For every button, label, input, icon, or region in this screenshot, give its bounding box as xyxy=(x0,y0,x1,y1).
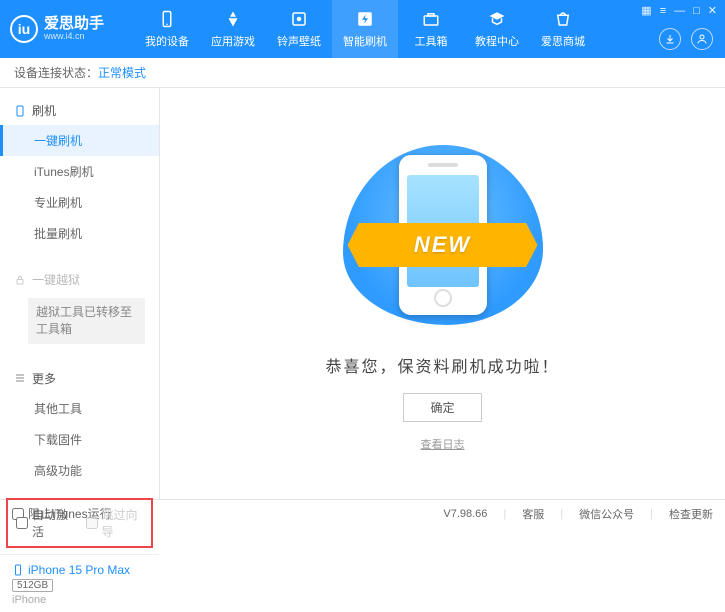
support-link[interactable]: 客服 xyxy=(522,506,544,522)
sidebar-head-jailbreak: 一键越狱 xyxy=(0,265,159,294)
app-name: 爱思助手 xyxy=(44,16,104,33)
check-update-link[interactable]: 检查更新 xyxy=(669,506,713,522)
ringtone-icon xyxy=(289,9,309,29)
sidebar-jailbreak-note: 越狱工具已转移至工具箱 xyxy=(28,298,145,344)
nav-ringtone[interactable]: 铃声壁纸 xyxy=(266,0,332,58)
app-logo: iu 爱思助手 www.i4.cn xyxy=(10,15,104,43)
user-button[interactable] xyxy=(691,28,713,50)
device-icon xyxy=(157,9,177,29)
sidebar-head-flash[interactable]: 刷机 xyxy=(0,96,159,125)
device-storage: 512GB xyxy=(12,579,53,592)
store-icon xyxy=(553,9,573,29)
version-label: V7.98.66 xyxy=(443,508,487,520)
nav-flash[interactable]: 智能刷机 xyxy=(332,0,398,58)
header-actions xyxy=(659,28,713,50)
grid-icon[interactable]: ▦ xyxy=(641,4,651,17)
ok-button[interactable]: 确定 xyxy=(403,393,481,422)
close-button[interactable]: ✕ xyxy=(708,4,717,17)
window-controls: ▦ ≡ — □ ✕ xyxy=(641,4,717,17)
device-info[interactable]: iPhone 15 Pro Max 512GB iPhone xyxy=(0,557,159,612)
app-url: www.i4.cn xyxy=(44,32,104,42)
options-highlight-box: 自动激活 跳过向导 xyxy=(6,498,153,548)
nav-apps[interactable]: 应用游戏 xyxy=(200,0,266,58)
minimize-button[interactable]: — xyxy=(674,5,685,17)
main-area: NEW 恭喜您，保资料刷机成功啦！ 确定 查看日志 xyxy=(160,88,725,499)
nav-toolbox[interactable]: 工具箱 xyxy=(398,0,464,58)
wechat-link[interactable]: 微信公众号 xyxy=(579,506,634,522)
nav-device[interactable]: 我的设备 xyxy=(134,0,200,58)
device-name-text: iPhone 15 Pro Max xyxy=(28,563,130,577)
sidebar: 刷机 一键刷机 iTunes刷机 专业刷机 批量刷机 一键越狱 越狱工具已转移至… xyxy=(0,88,160,499)
logo-icon: iu xyxy=(10,15,38,43)
tutorials-icon xyxy=(487,9,507,29)
download-button[interactable] xyxy=(659,28,681,50)
sidebar-item-itunes[interactable]: iTunes刷机 xyxy=(0,156,159,187)
flash-icon xyxy=(355,9,375,29)
status-mode: 正常模式 xyxy=(98,64,146,81)
top-nav: 我的设备 应用游戏 铃声壁纸 智能刷机 工具箱 教程中心 爱思商城 xyxy=(134,0,596,58)
view-log-link[interactable]: 查看日志 xyxy=(421,436,465,452)
device-type: iPhone xyxy=(12,594,147,606)
status-prefix: 设备连接状态： xyxy=(14,64,98,81)
success-illustration: NEW xyxy=(323,135,563,335)
sidebar-item-batch[interactable]: 批量刷机 xyxy=(0,218,159,249)
device-small-icon xyxy=(12,564,24,576)
new-ribbon: NEW xyxy=(348,223,538,267)
sidebar-item-download-firmware[interactable]: 下载固件 xyxy=(0,424,159,455)
titlebar: iu 爱思助手 www.i4.cn 我的设备 应用游戏 铃声壁纸 智能刷机 工具… xyxy=(0,0,725,58)
menu-icon[interactable]: ≡ xyxy=(660,5,666,17)
sidebar-item-oneclick[interactable]: 一键刷机 xyxy=(0,125,159,156)
connection-status-bar: 设备连接状态： 正常模式 xyxy=(0,58,725,88)
skip-wizard-checkbox[interactable]: 跳过向导 xyxy=(86,506,144,540)
nav-store[interactable]: 爱思商城 xyxy=(530,0,596,58)
sidebar-item-pro[interactable]: 专业刷机 xyxy=(0,187,159,218)
list-icon xyxy=(14,372,26,384)
apps-icon xyxy=(223,9,243,29)
sidebar-item-advanced[interactable]: 高级功能 xyxy=(0,455,159,486)
sidebar-item-othertools[interactable]: 其他工具 xyxy=(0,393,159,424)
sidebar-head-more[interactable]: 更多 xyxy=(0,364,159,393)
maximize-button[interactable]: □ xyxy=(693,5,700,17)
nav-tutorials[interactable]: 教程中心 xyxy=(464,0,530,58)
success-message: 恭喜您，保资料刷机成功啦！ xyxy=(325,353,559,377)
toolbox-icon xyxy=(421,9,441,29)
phone-icon xyxy=(14,105,26,117)
auto-activate-checkbox[interactable]: 自动激活 xyxy=(16,506,74,540)
lock-icon xyxy=(14,274,26,286)
